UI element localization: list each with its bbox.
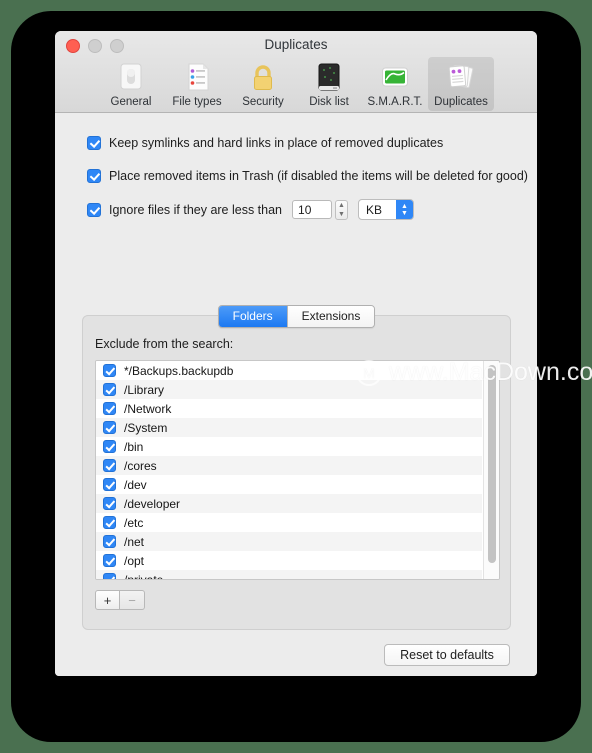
exclude-list-rows: */Backups.backupdb /Library /Network /Sy… bbox=[96, 361, 482, 580]
row-checkbox[interactable] bbox=[103, 573, 116, 579]
row-path: */Backups.backupdb bbox=[124, 363, 234, 378]
row-path: /developer bbox=[124, 496, 181, 511]
toolbar-item-security[interactable]: Security bbox=[230, 57, 296, 111]
row-checkbox[interactable] bbox=[103, 459, 116, 472]
option-place-in-trash[interactable]: Place removed items in Trash (if disable… bbox=[87, 169, 528, 183]
exclude-label: Exclude from the search: bbox=[95, 337, 234, 351]
toolbar-item-smart-label: S.M.A.R.T. bbox=[367, 96, 423, 108]
hard-drive-icon bbox=[312, 61, 346, 93]
toolbar-item-file-types-label: File types bbox=[172, 96, 222, 108]
toolbar-item-general[interactable]: General bbox=[98, 57, 164, 111]
exclude-groupbox: Folders Extensions Exclude from the sear… bbox=[82, 305, 511, 630]
row-checkbox[interactable] bbox=[103, 497, 116, 510]
toolbar-item-file-types[interactable]: File types bbox=[164, 57, 230, 111]
row-path: /opt bbox=[124, 553, 145, 568]
row-checkbox[interactable] bbox=[103, 440, 116, 453]
list-item[interactable]: /opt bbox=[96, 551, 482, 570]
stepper-up-icon[interactable]: ▲ bbox=[338, 202, 345, 209]
tab-extensions[interactable]: Extensions bbox=[286, 306, 375, 327]
checkbox-place-in-trash[interactable] bbox=[87, 169, 101, 183]
size-unit-value: KB bbox=[366, 202, 383, 217]
row-checkbox[interactable] bbox=[103, 421, 116, 434]
add-button[interactable]: + bbox=[95, 590, 120, 610]
list-item[interactable]: /net bbox=[96, 532, 482, 551]
row-checkbox[interactable] bbox=[103, 516, 116, 529]
checkbox-keep-symlinks[interactable] bbox=[87, 136, 101, 150]
row-path: /cores bbox=[124, 458, 157, 473]
toolbar: General File types Security Disk list S.… bbox=[55, 57, 537, 111]
preferences-window: Duplicates General File types Security D… bbox=[55, 31, 537, 676]
list-item[interactable]: /Library bbox=[96, 380, 482, 399]
window-titlebar: Duplicates General File types Security D… bbox=[55, 31, 537, 113]
toolbar-item-security-label: Security bbox=[242, 96, 284, 108]
toolbar-item-duplicates[interactable]: Duplicates bbox=[428, 57, 494, 111]
size-unit-select[interactable]: KB ▲ ▼ bbox=[358, 199, 415, 220]
row-path: /etc bbox=[124, 515, 144, 530]
tab-group: Folders Extensions bbox=[217, 305, 376, 328]
option-ignore-small-files[interactable]: Ignore files if they are less than 10 ▲ … bbox=[87, 199, 415, 220]
row-path: /System bbox=[124, 420, 168, 435]
preferences-content: Keep symlinks and hard links in place of… bbox=[55, 113, 537, 676]
chevron-up-glyph: ▲ bbox=[401, 202, 408, 210]
chevron-down-glyph: ▼ bbox=[401, 209, 408, 217]
row-checkbox[interactable] bbox=[103, 364, 116, 377]
list-item[interactable]: /bin bbox=[96, 437, 482, 456]
list-scrollbar[interactable] bbox=[483, 361, 499, 579]
row-checkbox[interactable] bbox=[103, 402, 116, 415]
row-path: /net bbox=[124, 534, 145, 549]
option-keep-symlinks[interactable]: Keep symlinks and hard links in place of… bbox=[87, 136, 443, 150]
groupbox-tabbar: Folders Extensions bbox=[83, 305, 510, 328]
list-item[interactable]: /etc bbox=[96, 513, 482, 532]
list-item[interactable]: /cores bbox=[96, 456, 482, 475]
row-path: /Library bbox=[124, 382, 165, 397]
toolbar-item-general-label: General bbox=[110, 96, 152, 108]
row-checkbox[interactable] bbox=[103, 383, 116, 396]
tab-folders[interactable]: Folders bbox=[218, 306, 287, 327]
list-item[interactable]: /dev bbox=[96, 475, 482, 494]
toolbar-item-disk-list-label: Disk list bbox=[309, 96, 349, 108]
list-item[interactable]: /private bbox=[96, 570, 482, 580]
toolbar-item-duplicates-label: Duplicates bbox=[434, 96, 488, 108]
option-ignore-small-files-label: Ignore files if they are less than bbox=[109, 202, 283, 217]
toolbar-item-disk-list[interactable]: Disk list bbox=[296, 57, 362, 111]
row-checkbox[interactable] bbox=[103, 478, 116, 491]
row-checkbox[interactable] bbox=[103, 554, 116, 567]
list-item[interactable]: /System bbox=[96, 418, 482, 437]
stepper-down-icon[interactable]: ▼ bbox=[338, 211, 345, 218]
list-item[interactable]: /Network bbox=[96, 399, 482, 418]
list-item[interactable]: */Backups.backupdb bbox=[96, 361, 482, 380]
file-size-input[interactable]: 10 bbox=[292, 200, 333, 219]
chevron-updown-icon: ▲ ▼ bbox=[396, 200, 414, 219]
option-keep-symlinks-label: Keep symlinks and hard links in place of… bbox=[109, 136, 444, 150]
reset-to-defaults-button[interactable]: Reset to defaults bbox=[384, 644, 510, 666]
row-checkbox[interactable] bbox=[103, 535, 116, 548]
exclude-list[interactable]: */Backups.backupdb /Library /Network /Sy… bbox=[95, 360, 500, 580]
add-remove-buttons: + − bbox=[95, 590, 145, 610]
file-size-stepper[interactable]: ▲ ▼ bbox=[335, 199, 349, 220]
toggle-switch-icon bbox=[114, 61, 148, 93]
window-title: Duplicates bbox=[264, 37, 328, 52]
row-path: /dev bbox=[124, 477, 147, 492]
stacked-pages-icon bbox=[444, 61, 478, 93]
option-place-in-trash-label: Place removed items in Trash (if disable… bbox=[109, 169, 528, 183]
padlock-icon bbox=[246, 61, 280, 93]
remove-button[interactable]: − bbox=[120, 590, 145, 610]
document-list-icon bbox=[180, 61, 214, 93]
list-item[interactable]: /developer bbox=[96, 494, 482, 513]
list-scrollbar-thumb[interactable] bbox=[488, 365, 496, 563]
toolbar-item-smart[interactable]: S.M.A.R.T. bbox=[362, 57, 428, 111]
row-path: /Network bbox=[124, 401, 172, 416]
monitor-graph-icon bbox=[378, 61, 412, 93]
checkbox-ignore-small-files[interactable] bbox=[87, 202, 101, 217]
row-path: /bin bbox=[124, 439, 144, 454]
row-path: /private bbox=[124, 572, 164, 580]
